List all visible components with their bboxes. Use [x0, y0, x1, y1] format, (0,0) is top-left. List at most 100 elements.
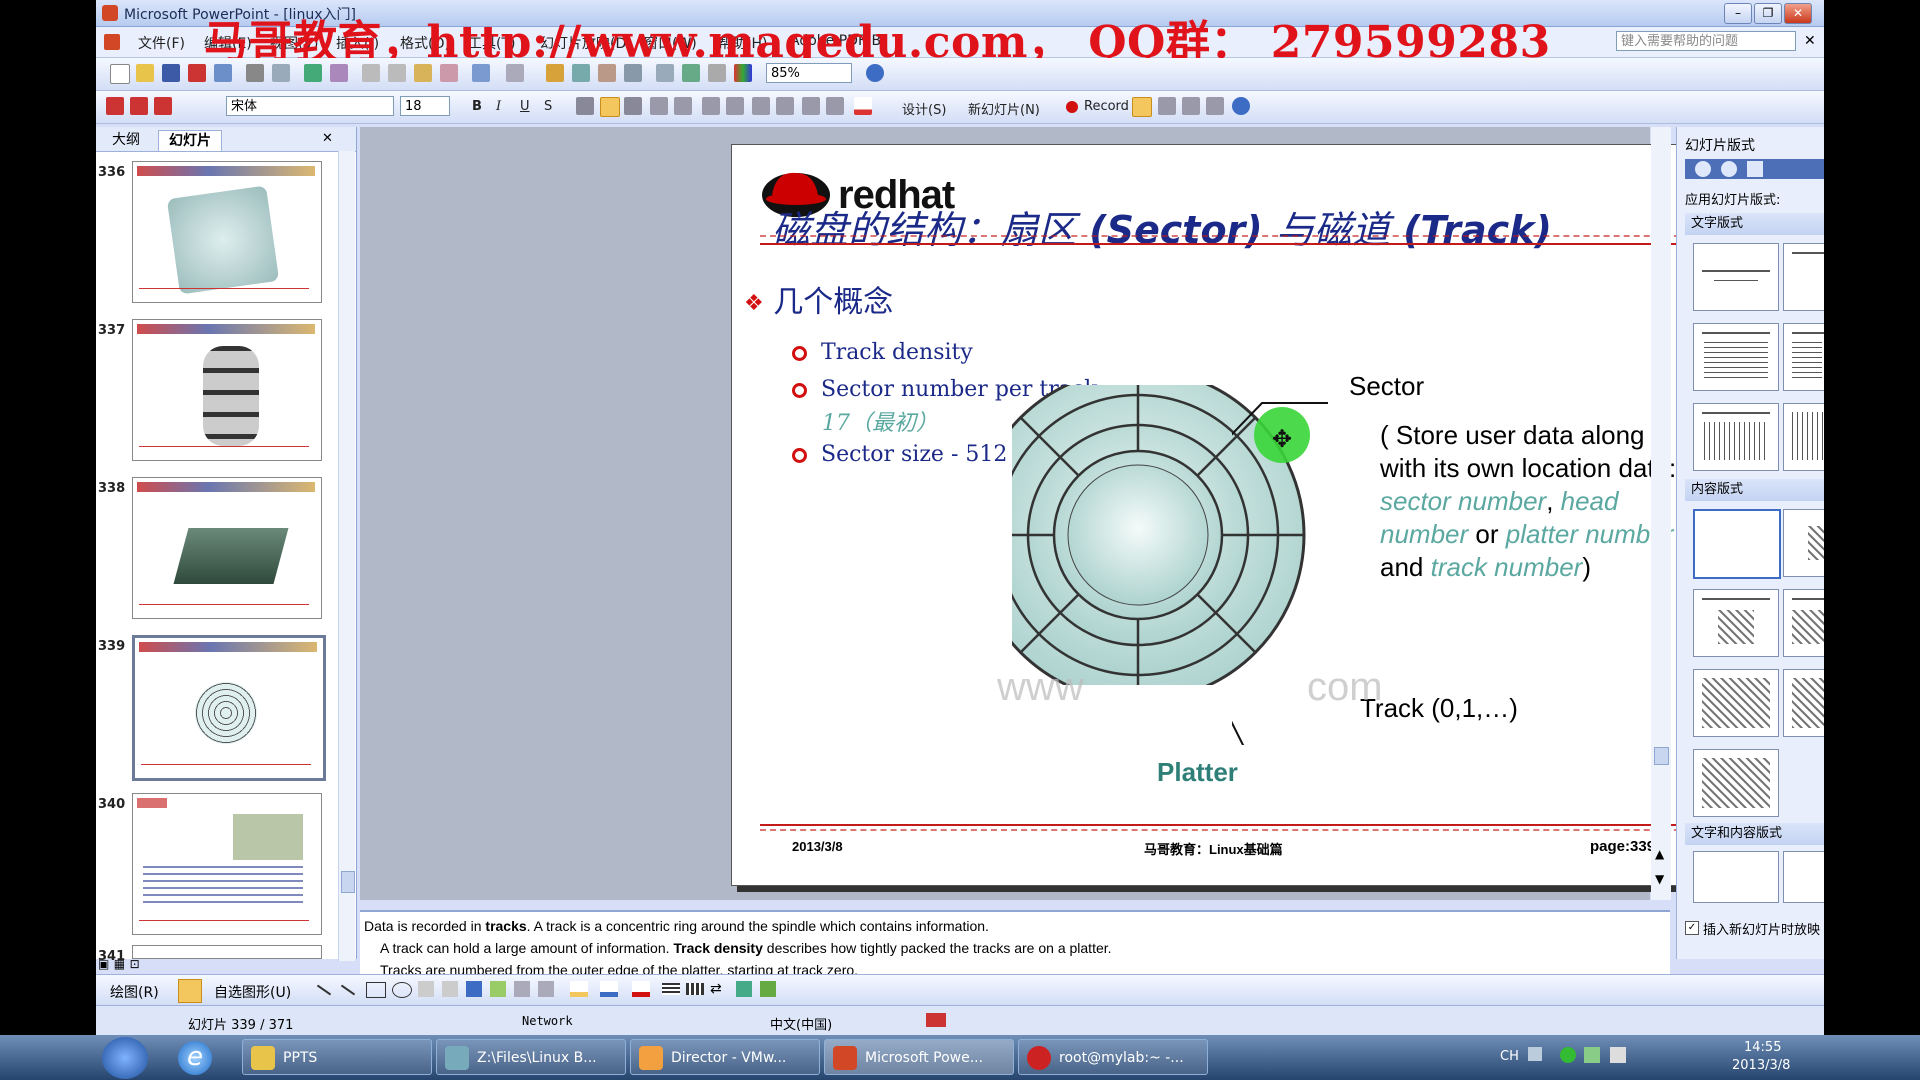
autoshapes-menu[interactable]: 自选图形(U): [214, 982, 291, 1002]
notes-pane[interactable]: Data is recorded in tracks. A track is a…: [360, 910, 1670, 978]
new-icon[interactable]: [110, 64, 130, 84]
slide-thumbnail[interactable]: [132, 945, 322, 959]
taskbar-item[interactable]: PPTS: [242, 1039, 432, 1075]
select-arrow-icon[interactable]: [178, 979, 202, 1003]
diagram-icon[interactable]: [490, 981, 506, 997]
align-center-icon[interactable]: [600, 97, 620, 117]
sorter-view-icon[interactable]: ▦: [114, 957, 125, 971]
scroll-thumb[interactable]: [1654, 747, 1669, 765]
tab-slides[interactable]: 幻灯片: [158, 130, 222, 151]
layout-title-slide[interactable]: [1693, 243, 1779, 311]
current-slide[interactable]: redhat 磁盘的结构：扇区 (Sector) 与磁道 (Track) ❖ 几…: [731, 144, 1739, 886]
ime-indicator[interactable]: CH: [1500, 1049, 1519, 1064]
paste-icon[interactable]: [414, 64, 432, 82]
help-icon[interactable]: [866, 64, 884, 82]
show-on-insert-checkbox[interactable]: ✓: [1685, 921, 1699, 935]
close-button[interactable]: ✕: [1784, 3, 1812, 24]
align-left-icon[interactable]: [576, 97, 594, 115]
font-name-select[interactable]: 宋体: [226, 96, 394, 116]
align-right-icon[interactable]: [624, 97, 642, 115]
taskbar-item-active[interactable]: Microsoft Powe...: [824, 1039, 1014, 1075]
italic-button[interactable]: I: [496, 99, 501, 114]
volume-icon[interactable]: [1610, 1047, 1626, 1063]
line-tool-icon[interactable]: [316, 984, 332, 996]
font-color-draw-icon[interactable]: [632, 981, 650, 997]
shadow-style-icon[interactable]: [736, 981, 752, 997]
shadow-button[interactable]: S: [544, 99, 552, 114]
thumbnails-scrollbar[interactable]: [338, 151, 355, 961]
dash-style-icon[interactable]: [686, 983, 704, 995]
tray-app-icon[interactable]: [1560, 1047, 1576, 1063]
columns-icon[interactable]: [674, 97, 692, 115]
arrow-tool-icon[interactable]: [340, 984, 356, 996]
slide-thumbnail[interactable]: [132, 319, 322, 461]
network-icon[interactable]: [1584, 1047, 1600, 1063]
taskbar-item[interactable]: root@mylab:~ -...: [1018, 1039, 1208, 1075]
settings-icon[interactable]: [1206, 97, 1224, 115]
layout-title-text[interactable]: [1693, 323, 1779, 391]
layout-text-and-content[interactable]: [1693, 851, 1779, 903]
rectangle-tool-icon[interactable]: [366, 982, 386, 998]
slide-thumbnail[interactable]: [132, 161, 322, 303]
slide-thumbnail[interactable]: [132, 793, 322, 935]
research-icon[interactable]: [330, 64, 348, 82]
layout-content-and-text[interactable]: [1783, 851, 1824, 903]
numbering-icon[interactable]: [702, 97, 720, 115]
menu-file[interactable]: 文件(F): [138, 33, 185, 53]
bullets-icon[interactable]: [726, 97, 744, 115]
close-document-icon[interactable]: ✕: [1804, 33, 1816, 49]
draw-menu[interactable]: 绘图(R): [110, 982, 159, 1002]
decrease-indent-icon[interactable]: [802, 97, 820, 115]
help-record-icon[interactable]: [1232, 97, 1250, 115]
permission-icon[interactable]: [188, 64, 206, 82]
minimize-button[interactable]: –: [1724, 3, 1752, 24]
insert-hyperlink-icon[interactable]: [624, 64, 642, 82]
taskbar-item[interactable]: Director - VMw...: [630, 1039, 820, 1075]
back-icon[interactable]: [1695, 161, 1711, 177]
tab-outline[interactable]: 大纲: [102, 130, 150, 150]
font-size-select[interactable]: 18: [400, 96, 450, 116]
underline-button[interactable]: U: [520, 99, 530, 114]
fill-color-icon[interactable]: [570, 981, 588, 997]
show-formatting-icon[interactable]: [682, 64, 700, 82]
pdf-review-icon[interactable]: [154, 97, 172, 115]
new-slide-button[interactable]: 新幻灯片(N): [968, 99, 1040, 118]
pdf-create-icon[interactable]: [106, 97, 124, 115]
normal-view-icon[interactable]: ▣: [98, 957, 109, 971]
layout-title-only[interactable]: [1783, 243, 1824, 311]
undo-icon[interactable]: [472, 64, 490, 82]
spelling-icon[interactable]: [304, 64, 322, 82]
internet-explorer-icon[interactable]: e: [178, 1041, 212, 1075]
wordart-icon[interactable]: [466, 981, 482, 997]
home-icon[interactable]: [1747, 161, 1763, 177]
bold-button[interactable]: B: [472, 99, 482, 114]
redo-icon[interactable]: [506, 64, 524, 82]
slide-scrollbar[interactable]: ▲ ▼: [1651, 127, 1671, 900]
start-button[interactable]: [102, 1037, 148, 1079]
print-icon[interactable]: [246, 64, 264, 82]
email-icon[interactable]: [214, 64, 232, 82]
font-color-icon[interactable]: [854, 97, 872, 115]
layout-title-content[interactable]: [1693, 589, 1779, 657]
tables-borders-icon[interactable]: [598, 64, 616, 82]
picture-icon[interactable]: [538, 981, 554, 997]
arrow-style-icon[interactable]: ⇄: [710, 981, 728, 997]
decrease-font-icon[interactable]: [776, 97, 794, 115]
record-button[interactable]: Record: [1084, 99, 1129, 114]
open-icon[interactable]: [136, 64, 154, 82]
keyboard-icon[interactable]: [1528, 1047, 1542, 1061]
insert-table-icon[interactable]: [572, 64, 590, 82]
publish-icon[interactable]: [1182, 97, 1200, 115]
slide-thumbnail-selected[interactable]: [132, 635, 326, 781]
forward-icon[interactable]: [1721, 161, 1737, 177]
narration-icon[interactable]: [1158, 97, 1176, 115]
layout-title-two-content[interactable]: [1783, 589, 1824, 657]
layout-four-content[interactable]: [1693, 749, 1779, 817]
layout-vertical-text[interactable]: [1693, 403, 1779, 471]
slideshow-view-icon[interactable]: ⊡: [130, 957, 140, 971]
next-slide-icon[interactable]: ▼: [1655, 872, 1664, 886]
layout-content[interactable]: [1783, 509, 1824, 577]
slide-thumbnail[interactable]: [132, 477, 322, 619]
3d-style-icon[interactable]: [760, 981, 776, 997]
layout-vertical-title-text[interactable]: [1783, 403, 1824, 471]
